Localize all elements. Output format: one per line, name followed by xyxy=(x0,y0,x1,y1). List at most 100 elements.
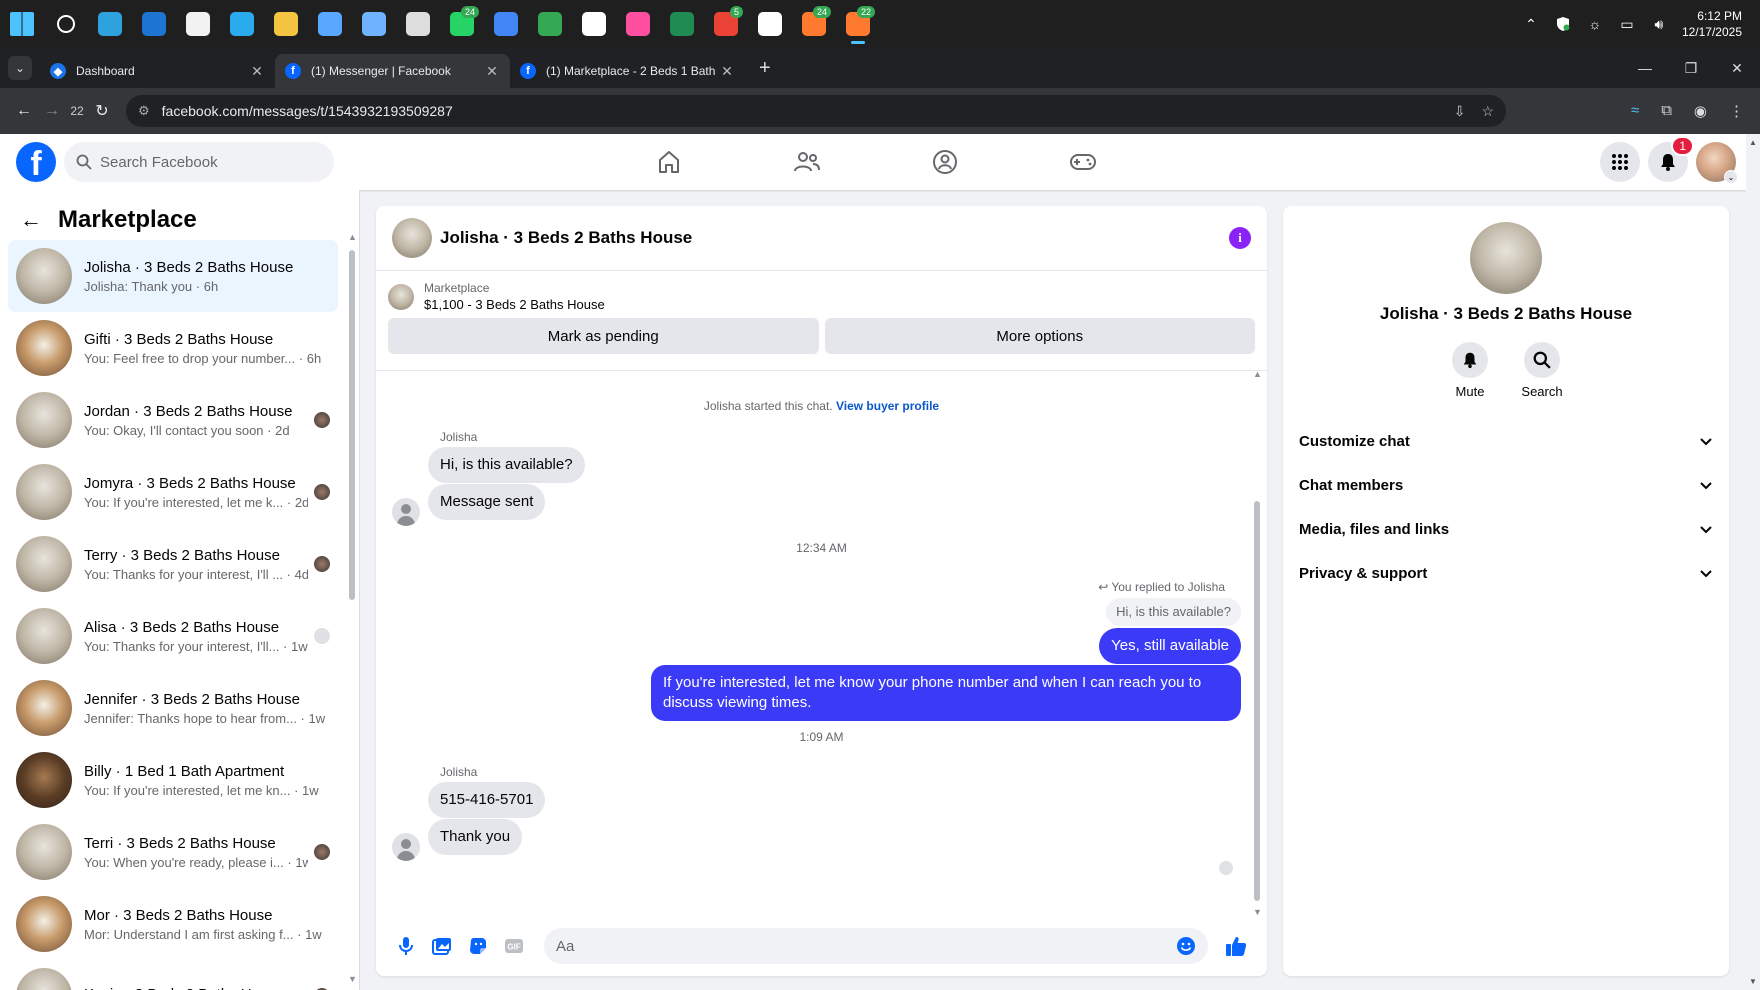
maze-app-icon[interactable] xyxy=(352,0,396,48)
chrome-remote-icon[interactable] xyxy=(484,0,528,48)
chat-title[interactable]: Jolisha · 3 Beds 2 Baths House xyxy=(440,228,692,248)
sailing-app-2-icon[interactable] xyxy=(748,0,792,48)
sidebar-scrollbar[interactable]: ▲ xyxy=(348,230,357,600)
more-options-button[interactable]: More options xyxy=(824,318,1255,354)
info-icon[interactable]: i xyxy=(1229,227,1251,249)
volume-icon[interactable]: 🔊︎ xyxy=(1650,15,1668,33)
notifications-button[interactable]: 1 xyxy=(1648,136,1694,182)
site-info-icon[interactable]: ⚙ xyxy=(138,103,150,119)
gif-button[interactable]: GIF xyxy=(496,928,532,964)
extensions-icon[interactable]: ⧉ xyxy=(1661,102,1672,120)
sidebar-scroll-down-icon[interactable]: ▼ xyxy=(348,974,357,984)
outgoing-message[interactable]: If you're interested, let me know your p… xyxy=(651,665,1241,721)
file-explorer-icon[interactable] xyxy=(264,0,308,48)
edge-icon[interactable] xyxy=(88,0,132,48)
attach-media-button[interactable] xyxy=(424,928,460,964)
page-scroll-down-icon[interactable]: ▼ xyxy=(1749,977,1757,986)
facebook-logo[interactable]: f xyxy=(16,142,56,182)
close-tab-icon[interactable]: ✕ xyxy=(484,63,500,80)
conversation-item[interactable]: Billy · 1 Bed 1 Bath Apartment You: If yo… xyxy=(8,744,338,816)
close-window-icon[interactable]: ✕ xyxy=(1714,60,1760,77)
brightness-icon[interactable]: ☼ xyxy=(1586,15,1604,33)
info-section-toggle[interactable]: Chat members xyxy=(1283,463,1729,507)
infinity-app-icon[interactable] xyxy=(660,0,704,48)
browser-profile-active-icon[interactable]: 22 xyxy=(836,0,880,48)
vpn-shield-icon[interactable] xyxy=(1554,15,1572,33)
conversation-item[interactable]: Jordan · 3 Beds 2 Baths House You: Okay, … xyxy=(8,384,338,456)
message-input-box[interactable] xyxy=(544,928,1208,964)
sailing-app-icon[interactable] xyxy=(572,0,616,48)
menu-button[interactable] xyxy=(1600,142,1640,182)
outgoing-message[interactable]: Yes, still available xyxy=(1099,628,1241,664)
store-icon[interactable] xyxy=(176,0,220,48)
like-button[interactable] xyxy=(1218,928,1254,964)
install-app-icon[interactable]: ⇩ xyxy=(1454,103,1466,120)
conversation-item[interactable]: Terri · 3 Beds 2 Baths House You: When yo… xyxy=(8,816,338,888)
tab-search-dropdown-icon[interactable]: ⌄ xyxy=(8,56,32,80)
contact-avatar[interactable] xyxy=(1470,222,1542,294)
forward-icon[interactable]: → xyxy=(38,102,66,120)
conversation-item[interactable]: Alisa · 3 Beds 2 Baths House You: Thanks … xyxy=(8,600,338,672)
chat-scroll-thumb[interactable] xyxy=(1254,501,1260,901)
info-section-toggle[interactable]: Media, files and links xyxy=(1283,507,1729,551)
close-tab-icon[interactable]: ✕ xyxy=(719,63,735,80)
account-avatar[interactable]: ⌄ xyxy=(1696,142,1738,184)
browser-menu-icon[interactable]: ⋮ xyxy=(1729,102,1744,120)
display-icon[interactable]: ▭ xyxy=(1618,15,1636,33)
whatsapp-icon[interactable]: 24 xyxy=(440,0,484,48)
conversation-item[interactable]: Mor · 3 Beds 2 Baths House Mor: Understan… xyxy=(8,888,338,960)
nav-friends[interactable] xyxy=(738,134,876,190)
reload-icon[interactable]: ↻ xyxy=(88,101,116,121)
facebook-search-input[interactable] xyxy=(100,153,320,171)
conversation-item[interactable]: Jennifer · 3 Beds 2 Baths House Jennifer:… xyxy=(8,672,338,744)
address-bar[interactable]: ⚙ facebook.com/messages/t/15439321935092… xyxy=(126,95,1506,127)
tool-app-icon[interactable] xyxy=(396,0,440,48)
message-input[interactable] xyxy=(556,937,1176,955)
incoming-message[interactable]: 515-416-5701 xyxy=(428,782,546,818)
chevron-up-icon[interactable]: ⌃ xyxy=(1522,15,1540,33)
nav-gaming[interactable] xyxy=(1014,134,1152,190)
chat-scrollbar[interactable]: ▲ ▼ xyxy=(1253,369,1262,917)
restore-icon[interactable]: ❐ xyxy=(1668,60,1714,77)
incoming-message[interactable]: Hi, is this available? xyxy=(428,447,585,483)
conversation-item[interactable]: Gifti · 3 Beds 2 Baths House You: Feel fr… xyxy=(8,312,338,384)
new-tab-button[interactable]: + xyxy=(759,57,771,80)
chat-scroll-up-icon[interactable]: ▲ xyxy=(1253,369,1262,379)
conversation-item[interactable]: Kevin · 3 Beds 2 Baths House xyxy=(8,960,338,990)
close-tab-icon[interactable]: ✕ xyxy=(249,63,265,80)
browser-tab[interactable]: f (1) Messenger | Facebook ✕ xyxy=(275,54,510,88)
info-section-toggle[interactable]: Privacy & support xyxy=(1283,551,1729,595)
browser-tab[interactable]: ◆ Dashboard ✕ xyxy=(40,54,275,88)
listing-detail[interactable]: $1,100 - 3 Beds 2 Baths House xyxy=(424,297,605,312)
browser-profile-icon[interactable]: 24 xyxy=(792,0,836,48)
sticker-button[interactable] xyxy=(460,928,496,964)
mute-button[interactable]: Mute xyxy=(1452,342,1488,399)
notepad-icon[interactable] xyxy=(308,0,352,48)
view-buyer-profile-link[interactable]: View buyer profile xyxy=(836,399,939,413)
incoming-message[interactable]: Message sent xyxy=(428,484,546,520)
back-arrow-icon[interactable]: ← xyxy=(20,207,42,233)
chat-avatar[interactable] xyxy=(392,218,432,258)
incoming-message[interactable]: Thank you xyxy=(428,819,523,855)
back-icon[interactable]: ← xyxy=(10,102,38,120)
color-app-icon[interactable] xyxy=(616,0,660,48)
listing-thumbnail[interactable] xyxy=(388,283,414,310)
windows-start-icon[interactable] xyxy=(0,0,44,48)
sender-avatar[interactable] xyxy=(392,833,420,861)
nav-groups[interactable] xyxy=(876,134,1014,190)
scroll-up-icon[interactable]: ▲ xyxy=(348,232,357,242)
chrome-icon[interactable]: 5 xyxy=(704,0,748,48)
page-scroll-up-icon[interactable]: ▲ xyxy=(1749,138,1757,147)
page-scrollbar[interactable]: ▲ ▼ xyxy=(1746,134,1760,990)
conversation-item[interactable]: Jolisha · 3 Beds 2 Baths House Jolisha: T… xyxy=(8,240,338,312)
profile-icon[interactable]: ◉ xyxy=(1694,102,1707,120)
taskbar-clock[interactable]: 6:12 PM 12/17/2025 xyxy=(1682,8,1742,40)
search-icon[interactable] xyxy=(44,0,88,48)
conversation-item[interactable]: Jomyra · 3 Beds 2 Baths House You: If you… xyxy=(8,456,338,528)
sender-avatar[interactable] xyxy=(392,498,420,526)
info-section-toggle[interactable]: Customize chat xyxy=(1283,419,1729,463)
facebook-search[interactable] xyxy=(64,142,334,182)
vpn-lock-icon[interactable] xyxy=(528,0,572,48)
telegram-icon[interactable] xyxy=(220,0,264,48)
quoted-message[interactable]: Hi, is this available? xyxy=(1106,598,1241,626)
